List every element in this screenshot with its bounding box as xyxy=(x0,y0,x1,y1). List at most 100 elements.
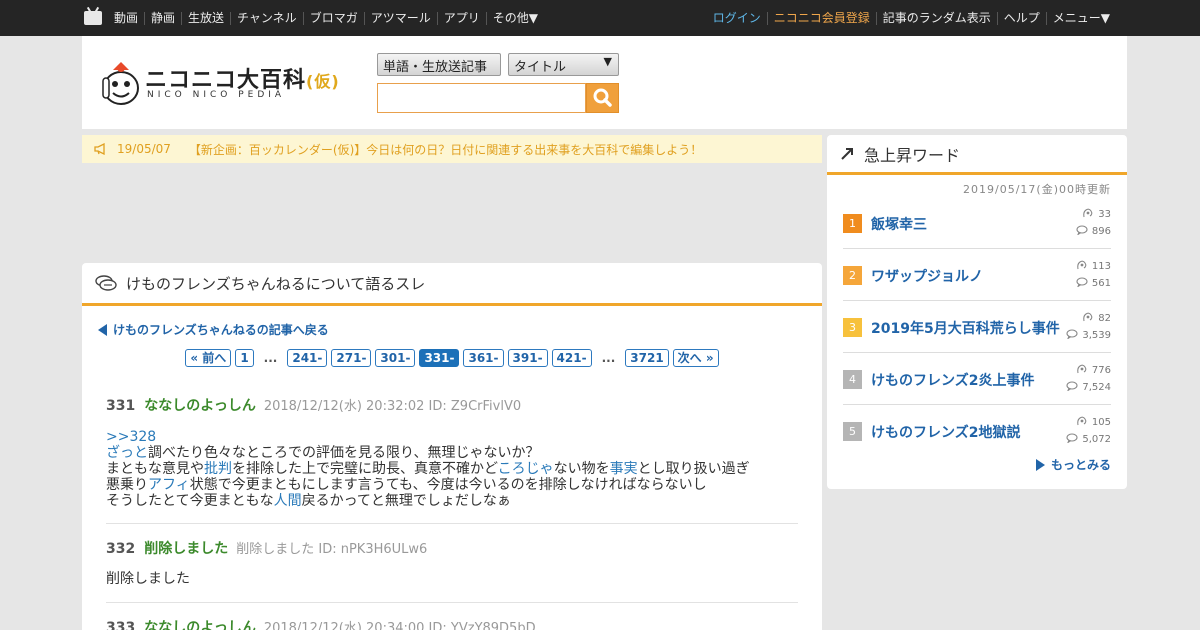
trending-word-link[interactable]: 2019年5月大百科荒らし事件 xyxy=(871,318,1060,338)
pager-ellipsis: ... xyxy=(601,351,616,365)
announcement-text[interactable]: 【新企画：百ッカレンダー(仮)】今日は何の日？日付に関連する出来事を大百科で編集… xyxy=(189,141,702,158)
pager-page[interactable]: 361- xyxy=(463,349,504,367)
top-navbar: 動画 静画 生放送 チャンネル ブロマガ アツマール アプリ その他▼ ログイン… xyxy=(0,0,1200,36)
thread-header: けものフレンズちゃんねるについて語るスレ xyxy=(82,263,822,306)
post-text: ない物を xyxy=(553,461,610,477)
menu-dropdown[interactable]: メニュー▼ xyxy=(1045,11,1116,25)
nav-seiga[interactable]: 静画 xyxy=(144,11,181,25)
keyword-link[interactable]: ざっと xyxy=(106,445,148,461)
pager-page[interactable]: 421- xyxy=(551,349,592,367)
post-number[interactable]: 331 xyxy=(106,398,135,414)
trend-arrow-icon xyxy=(841,148,853,160)
post-author: ななしのよっしん xyxy=(144,398,256,414)
post-divider xyxy=(106,523,798,524)
trending-title: 急上昇ワード xyxy=(864,145,961,165)
trending-word-link[interactable]: 飯塚幸三 xyxy=(871,214,927,234)
pager-next[interactable]: 次へ » xyxy=(672,349,719,367)
comment-icon xyxy=(1066,329,1082,342)
random-article-link[interactable]: 記事のランダム表示 xyxy=(875,11,997,25)
back-to-article-link[interactable]: けものフレンズちゃんねるの記事へ戻る xyxy=(98,321,329,338)
nav-blomaga[interactable]: ブロマガ xyxy=(302,11,364,25)
trending-item[interactable]: 5 けものフレンズ2地獄説 105 5,072 xyxy=(843,405,1111,457)
comment-count-value: 5,072 xyxy=(1082,434,1111,445)
trending-word-link[interactable]: けものフレンズ2地獄説 xyxy=(871,422,1020,442)
thread-title: けものフレンズちゃんねるについて語るスレ xyxy=(126,274,426,293)
view-icon xyxy=(1082,312,1098,325)
trending-word-link[interactable]: ワザップジョルノ xyxy=(871,266,983,286)
nav-atsumaru[interactable]: アツマール xyxy=(363,11,437,25)
view-count-value: 105 xyxy=(1091,417,1111,428)
thread-panel: けものフレンズちゃんねるについて語るスレ けものフレンズちゃんねるの記事へ戻る … xyxy=(82,263,822,630)
reply-anchor-link[interactable]: >>328 xyxy=(106,429,156,445)
comment-count-value: 3,539 xyxy=(1082,330,1111,341)
more-triangle-icon xyxy=(1035,458,1045,471)
pager-page[interactable]: 241- xyxy=(287,349,328,367)
register-link[interactable]: ニコニコ会員登録 xyxy=(766,11,876,25)
post-meta: 削除しました ID: nPK3H6ULw6 xyxy=(236,542,428,557)
post-text: を排除した上で完璧に助長、真意不確かど xyxy=(232,461,498,477)
announcement-date: 19/05/07 xyxy=(117,142,171,156)
back-link-label: けものフレンズちゃんねるの記事へ戻る xyxy=(113,323,329,337)
keyword-link[interactable]: 事実 xyxy=(610,461,638,477)
article-type-select[interactable]: 単語・生放送記事 xyxy=(377,53,501,76)
view-icon xyxy=(1082,208,1098,221)
logo-subtitle: NICO NICO PEDIA xyxy=(147,90,286,100)
trending-item[interactable]: 1 飯塚幸三 33 896 xyxy=(843,197,1111,249)
trending-word-link[interactable]: けものフレンズ2炎上事件 xyxy=(871,370,1034,390)
login-link[interactable]: ログイン xyxy=(707,11,767,25)
keyword-link[interactable]: 人間 xyxy=(274,493,302,509)
pager-ellipsis: ... xyxy=(263,351,278,365)
pagination: « 前へ 1 ... 241- 271- 301- 331- 361- 391-… xyxy=(82,349,822,367)
nav-video[interactable]: 動画 xyxy=(112,11,144,25)
comment-count: 561 xyxy=(1076,277,1111,290)
megaphone-icon xyxy=(94,143,105,155)
nav-right: ログイン ニコニコ会員登録 記事のランダム表示 ヘルプ メニュー▼ xyxy=(707,0,1116,36)
nav-other-menu[interactable]: その他▼ xyxy=(485,11,544,25)
announcement-bar[interactable]: 19/05/07 【新企画：百ッカレンダー(仮)】今日は何の日？日付に関連する出… xyxy=(82,135,822,163)
post-text: そうしたとて今更まともな xyxy=(106,493,274,509)
keyword-link[interactable]: 批判 xyxy=(204,461,232,477)
post-body: >>328 ざっと調べたり色々なところでの評価を見る限り、無理じゃないか？ まと… xyxy=(106,429,798,509)
trending-item[interactable]: 2 ワザップジョルノ 113 561 xyxy=(843,249,1111,301)
more-link[interactable]: もっとみる xyxy=(1035,456,1111,473)
pager-page[interactable]: 271- xyxy=(331,349,372,367)
post-number[interactable]: 333 xyxy=(106,620,135,630)
comment-icon xyxy=(1076,277,1092,290)
trending-item[interactable]: 3 2019年5月大百科荒らし事件 82 3,539 xyxy=(843,301,1111,353)
post-header: 333 ななしのよっしん 2018/12/12(水) 20:34:00 ID: … xyxy=(106,617,798,630)
pager-last[interactable]: 3721 xyxy=(625,349,669,367)
bbs-icon xyxy=(95,275,117,291)
keyword-link[interactable]: ころじゃ xyxy=(498,461,554,477)
search-input[interactable] xyxy=(377,83,586,113)
comment-count-value: 561 xyxy=(1091,278,1111,289)
trending-item[interactable]: 4 けものフレンズ2炎上事件 776 7,524 xyxy=(843,353,1111,405)
view-count-value: 113 xyxy=(1091,261,1111,272)
post-text: 調べたり色々なところでの評価を見る限り、無理じゃないか？ xyxy=(148,445,540,461)
comment-count: 5,072 xyxy=(1066,433,1111,446)
pager-page[interactable]: 391- xyxy=(507,349,548,367)
nav-live[interactable]: 生放送 xyxy=(181,11,230,25)
keyword-link[interactable]: アフィ xyxy=(148,477,190,493)
comment-count-value: 896 xyxy=(1091,226,1111,237)
post-text: 戻るかってと無理でしょだしなぁ xyxy=(301,493,511,509)
pager-page[interactable]: 301- xyxy=(375,349,416,367)
chevron-down-icon: ▼ xyxy=(603,55,612,68)
search-field-select[interactable]: タイトル ▼ xyxy=(508,53,619,76)
view-count: 113 xyxy=(1076,260,1111,273)
help-link[interactable]: ヘルプ xyxy=(996,11,1046,25)
nav-channel[interactable]: チャンネル xyxy=(230,11,303,25)
rank-badge: 1 xyxy=(843,214,862,233)
view-count: 82 xyxy=(1082,312,1111,325)
pager-current-page[interactable]: 331- xyxy=(419,349,460,367)
post-header: 331 ななしのよっしん 2018/12/12(水) 20:32:02 ID: … xyxy=(106,395,798,415)
back-triangle-icon xyxy=(98,323,107,336)
niconico-tv-icon[interactable] xyxy=(84,11,102,25)
pager-first[interactable]: 1 xyxy=(235,349,254,367)
post-number[interactable]: 332 xyxy=(106,541,135,557)
nav-app[interactable]: アプリ xyxy=(436,11,486,25)
pager-prev[interactable]: « 前へ xyxy=(185,349,232,367)
post-body: 削除しました xyxy=(106,571,190,587)
post-text: 状態で今更まともにします言うても、今度は今いるのを排除しなければならないし xyxy=(189,477,707,493)
search-button[interactable] xyxy=(586,83,619,113)
site-logo[interactable]: ニコニコ大百科(仮) NICO NICO PEDIA xyxy=(99,56,349,112)
